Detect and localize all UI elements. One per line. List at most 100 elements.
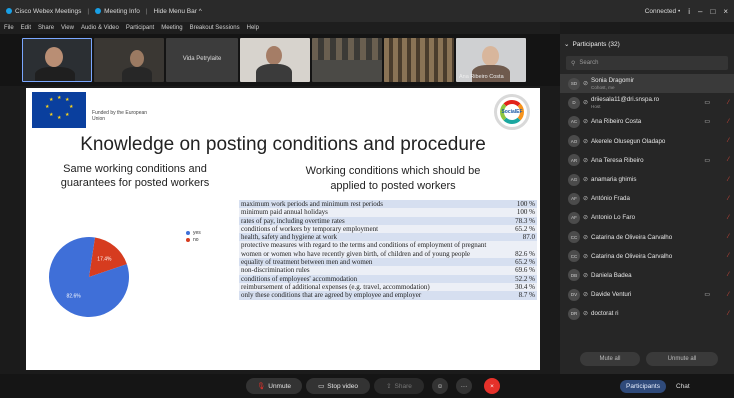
participant-row[interactable]: AC ⊘ Ana Ribeiro Costa ▭ ⁄ xyxy=(560,112,734,131)
project-logo-icon: SocialEF xyxy=(494,94,530,130)
participant-name: António Frada xyxy=(591,195,630,203)
participant-name-block: Davide Venturi xyxy=(591,291,631,298)
participant-row[interactable]: AO ⊘ Akerele Olusegun Oladapo ⁄ xyxy=(560,132,734,151)
video-tile[interactable]: Vida Petrylaite xyxy=(166,38,238,82)
video-tile[interactable] xyxy=(384,38,454,82)
condition-text: reimbursement of additional expenses (e.… xyxy=(239,282,491,292)
participant-row[interactable]: CC ⊘ Catarina de Oliveira Carvalho ⁄ xyxy=(560,228,734,247)
title-bar-right: Connected • i – □ × xyxy=(645,0,728,22)
close-button[interactable]: × xyxy=(723,7,728,16)
participant-row[interactable]: AG ⊘ anamaria ghimis ⁄ xyxy=(560,170,734,189)
search-icon: ⚲ xyxy=(571,60,576,67)
reactions-button[interactable]: ☺ xyxy=(432,378,448,394)
video-camera-icon: ▭ xyxy=(704,119,710,126)
more-icon: ··· xyxy=(460,382,468,390)
pie-legend: yes no xyxy=(186,230,201,244)
video-tile[interactable]: Ana Ribeiro Costa xyxy=(456,38,526,82)
participant-row[interactable]: DR ⊘ doctorat ri ⁄ xyxy=(560,304,734,323)
unmute-button[interactable]: 🎙 Unmute xyxy=(246,378,302,394)
avatar: AO xyxy=(568,135,580,148)
chat-toggle-button[interactable]: Chat xyxy=(676,383,690,390)
info-button[interactable]: i xyxy=(688,7,690,16)
participants-header[interactable]: ⌄ Participants (32) xyxy=(560,34,734,54)
stop-video-label: Stop video xyxy=(327,382,358,390)
participant-name: Sonia Dragomir xyxy=(591,76,635,84)
participant-role: Host xyxy=(591,103,601,109)
condition-text: health, safety and hygiene at work xyxy=(239,233,491,242)
participant-name-block: doctorat ri xyxy=(591,310,619,317)
table-row: non-discrimination rules 69.6 % xyxy=(239,266,537,275)
condition-value: 82.6 % xyxy=(491,241,537,259)
video-tile[interactable] xyxy=(312,38,382,82)
menu-help[interactable]: Help xyxy=(247,25,259,31)
audio-status-icon: ⊘ xyxy=(583,100,589,107)
participants-toggle-button[interactable]: Participants xyxy=(620,379,666,393)
panel-toggles: Participants Chat xyxy=(560,374,734,398)
video-strip: Vida Petrylaite Ana Ribeiro Costa xyxy=(0,34,560,86)
participant-head xyxy=(482,46,499,66)
menu-meeting[interactable]: Meeting xyxy=(161,25,182,31)
muted-microphone-icon: ⁄ xyxy=(727,234,729,241)
participant-row[interactable]: D ⊘ driiesala11@dri.snspa.ro Host ▭ ⁄ xyxy=(560,93,734,112)
meeting-info-button[interactable]: Meeting Info xyxy=(95,8,140,15)
hide-menu-bar-button[interactable]: Hide Menu Bar ^ xyxy=(154,8,202,15)
avatar: AG xyxy=(568,173,580,186)
participant-row[interactable]: AF ⊘ António Frada ⁄ xyxy=(560,189,734,208)
search-input[interactable]: ⚲ Search xyxy=(566,56,728,70)
participant-row[interactable]: DB ⊘ Daniela Badea ⁄ xyxy=(560,266,734,285)
participant-head xyxy=(266,46,282,65)
minimize-button[interactable]: – xyxy=(698,7,702,16)
audio-status-icon: ⊘ xyxy=(583,138,589,145)
participant-row[interactable]: AF ⊘ Antonio Lo Faro ⁄ xyxy=(560,208,734,227)
video-tile[interactable] xyxy=(94,38,164,82)
avatar: CC xyxy=(568,231,580,244)
participant-name-block: Akerele Olusegun Oladapo xyxy=(591,138,665,145)
menu-breakout-sessions[interactable]: Breakout Sessions xyxy=(190,25,240,31)
unmute-label: Unmute xyxy=(268,382,292,390)
menu-edit[interactable]: Edit xyxy=(21,25,31,31)
logo-text: SocialEF xyxy=(501,109,523,115)
avatar: AR xyxy=(568,154,580,167)
eu-flag-icon: ★ ★ ★ ★ ★ ★ ★ ★ xyxy=(32,92,86,128)
participant-row[interactable]: SD ⊘ Sonia Dragomir Cohost, me xyxy=(560,74,734,94)
app-title: Cisco Webex Meetings xyxy=(6,8,81,15)
more-options-button[interactable]: ··· xyxy=(456,378,472,394)
participant-row[interactable]: CC ⊘ Catarina de Oliveira Carvalho ⁄ xyxy=(560,247,734,266)
table-row: health, safety and hygiene at work 87.0 xyxy=(239,233,537,242)
avatar: D xyxy=(568,96,580,109)
stop-video-button[interactable]: ▭ Stop video xyxy=(306,378,370,394)
video-tile[interactable] xyxy=(22,38,92,82)
menu-participant[interactable]: Participant xyxy=(126,25,154,31)
muted-microphone-icon: ⁄ xyxy=(727,214,729,221)
participant-head xyxy=(45,47,63,67)
meeting-info-label: Meeting Info xyxy=(104,7,140,15)
table-row: only these conditions that are agreed by… xyxy=(239,291,537,300)
mute-all-button[interactable]: Mute all xyxy=(580,352,640,366)
video-tile[interactable] xyxy=(240,38,310,82)
participant-row[interactable]: DV ⊘ Davide Venturi ▭ ⁄ xyxy=(560,285,734,304)
share-button[interactable]: ⇪ Share xyxy=(374,378,424,394)
muted-microphone-icon: ⁄ xyxy=(727,99,729,106)
menu-file[interactable]: File xyxy=(4,25,14,31)
condition-text: conditions of employees' accommodation xyxy=(239,274,491,283)
legend-item-no: no xyxy=(186,237,201,243)
participants-panel: ⌄ Participants (32) ⚲ Search SD ⊘ Sonia Dr… xyxy=(560,34,734,374)
legend-label: yes xyxy=(193,230,201,236)
muted-microphone-icon: ⁄ xyxy=(727,157,729,164)
participant-row[interactable]: AR ⊘ Ana Teresa Ribeiro ▭ ⁄ xyxy=(560,151,734,170)
menu-view[interactable]: View xyxy=(61,25,74,31)
menu-share[interactable]: Share xyxy=(38,25,54,31)
participant-body xyxy=(35,67,75,81)
restore-button[interactable]: □ xyxy=(710,7,715,16)
legend-label: no xyxy=(193,237,199,243)
conditions-table: maximum work periods and minimum rest pe… xyxy=(239,200,537,300)
audio-status-icon: ⊘ xyxy=(583,119,589,126)
menu-audio-video[interactable]: Audio & Video xyxy=(81,25,119,31)
unmute-all-button[interactable]: Unmute all xyxy=(646,352,718,366)
video-camera-icon: ▭ xyxy=(704,100,710,107)
leave-meeting-button[interactable]: × xyxy=(484,378,500,394)
table-row: protective measures with regard to the t… xyxy=(239,241,537,259)
condition-text: minimum paid annual holidays xyxy=(239,208,491,217)
participant-name: Ana Ribeiro Costa xyxy=(591,118,642,126)
participant-name: Catarina de Oliveira Carvalho xyxy=(591,233,673,241)
